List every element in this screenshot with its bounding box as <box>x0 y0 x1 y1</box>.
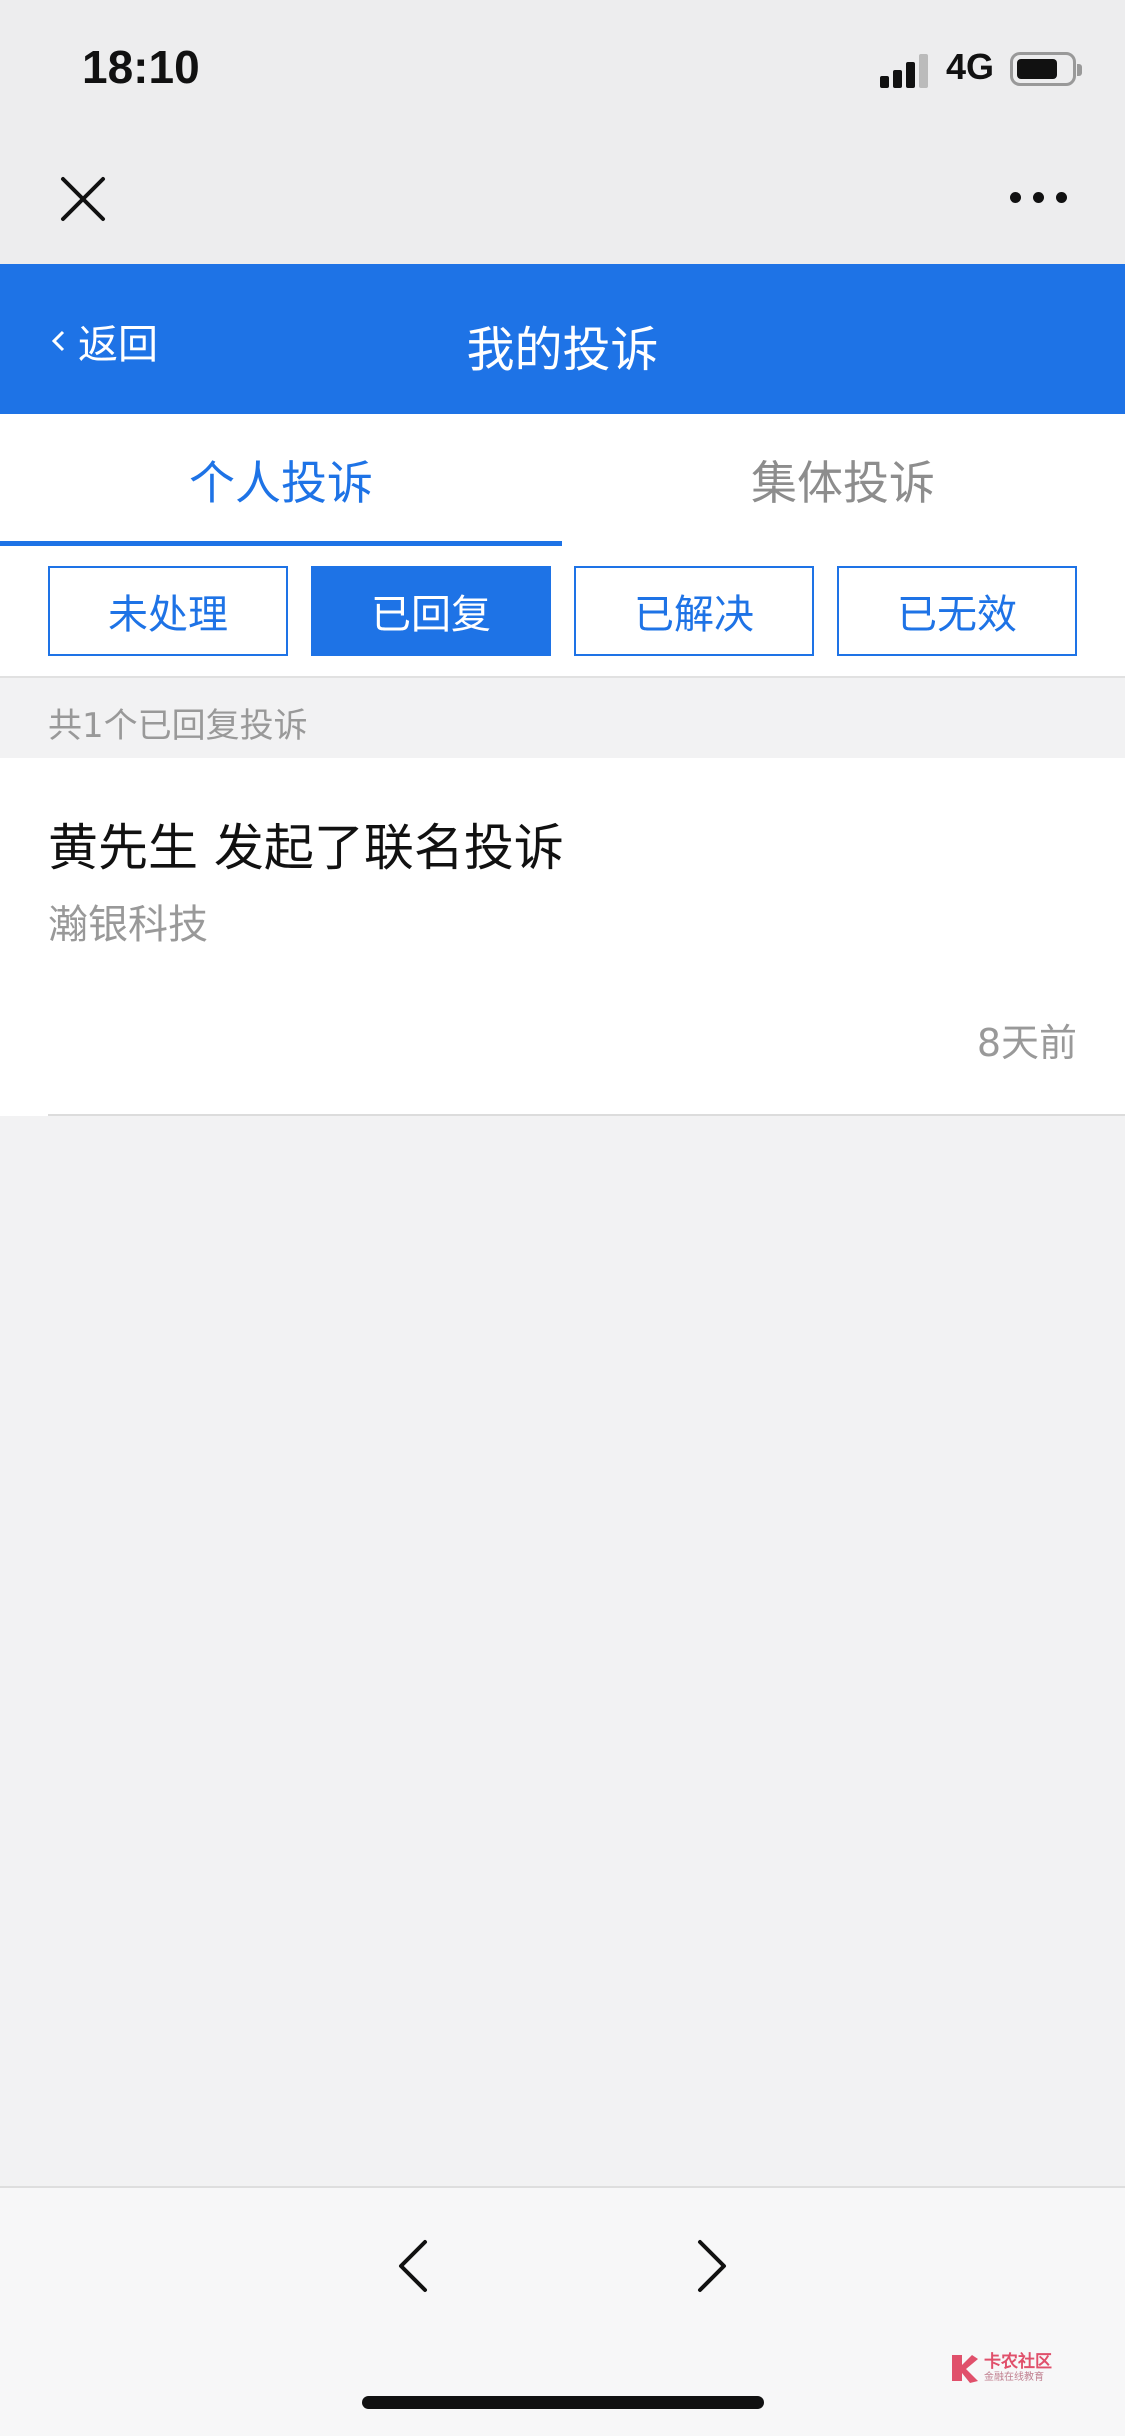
more-icon[interactable] <box>1010 192 1070 206</box>
home-indicator[interactable] <box>362 2396 764 2409</box>
chevron-left-icon[interactable] <box>393 2236 433 2296</box>
signal-icon <box>880 52 934 88</box>
tab-group[interactable]: 集体投诉 <box>562 414 1124 546</box>
status-bar: 18:10 4G <box>0 0 1125 132</box>
result-count: 共1个已回复投诉 <box>48 706 308 746</box>
network-type: 4G <box>946 46 995 87</box>
page-title: 我的投诉 <box>466 322 659 378</box>
complaint-tabs: 个人投诉 集体投诉 <box>0 414 1125 546</box>
complaint-time: 8天前 <box>976 1021 1077 1065</box>
close-icon[interactable] <box>58 174 108 224</box>
tab-personal[interactable]: 个人投诉 <box>0 414 562 546</box>
filter-unprocessed-button[interactable]: 未处理 <box>48 566 288 656</box>
divider <box>48 1114 1125 1116</box>
status-time: 18:10 <box>82 41 200 93</box>
list-item[interactable]: 黄先生 发起了联名投诉 瀚银科技 8天前 <box>0 758 1125 1116</box>
filter-replied-button[interactable]: 已回复 <box>311 566 551 656</box>
complaint-company: 瀚银科技 <box>48 902 208 948</box>
status-filters: 未处理 已回复 已解决 已无效 <box>0 546 1125 678</box>
watermark-logo-icon <box>952 2355 978 2383</box>
complaint-title: 黄先生 发起了联名投诉 <box>48 819 564 877</box>
chevron-right-icon[interactable] <box>692 2236 732 2296</box>
watermark: 卡农社区 金融在线教育 <box>948 2348 1068 2388</box>
webview-toolbar <box>0 132 1125 264</box>
result-count-bar: 共1个已回复投诉 <box>0 680 1125 758</box>
filter-invalid-button[interactable]: 已无效 <box>837 566 1077 656</box>
page-header: 返回 我的投诉 <box>0 264 1125 414</box>
watermark-subtitle: 金融在线教育 <box>984 2371 1044 2383</box>
battery-icon <box>1010 52 1082 86</box>
filter-resolved-button[interactable]: 已解决 <box>574 566 814 656</box>
watermark-title: 卡农社区 <box>984 2351 1052 2372</box>
